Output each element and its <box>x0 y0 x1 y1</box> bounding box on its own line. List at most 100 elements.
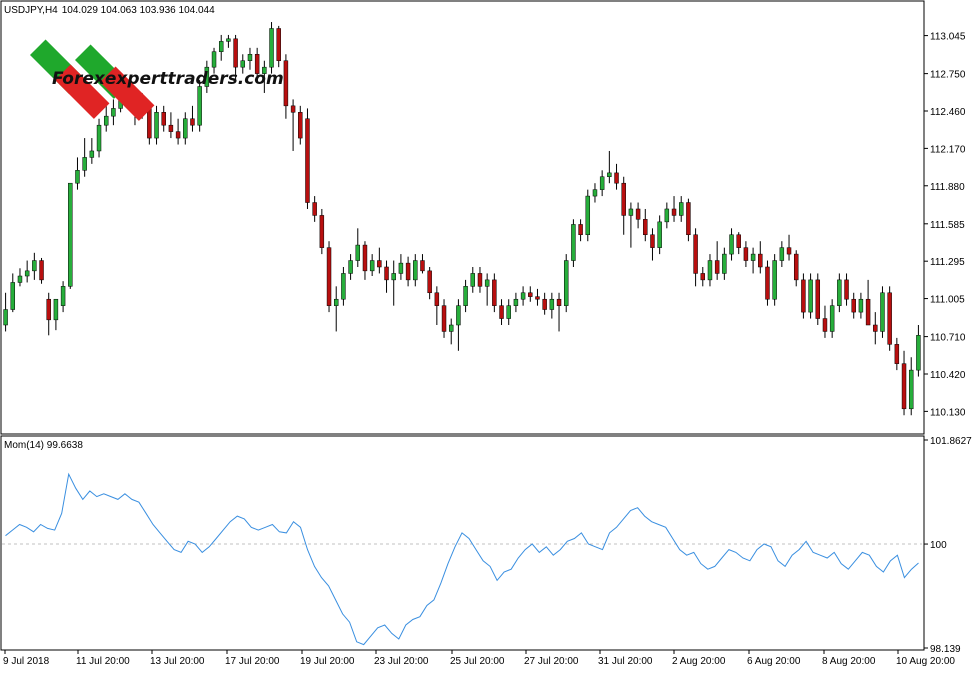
candle-body <box>542 298 547 310</box>
candle-body <box>686 202 691 236</box>
candle-body <box>916 335 921 371</box>
candle-body <box>492 279 497 306</box>
candle-body <box>96 124 102 152</box>
candle-body <box>750 253 756 261</box>
candle-body <box>765 266 770 300</box>
candle-body <box>413 260 418 281</box>
time-tick-label: 10 Aug 20:00 <box>896 656 955 667</box>
candle-body <box>89 150 95 158</box>
candle-body <box>894 344 900 364</box>
candle-body <box>420 260 425 272</box>
price-axis: 113.045 112.750 112.460 112.170 111.880 111.5… <box>924 32 966 418</box>
symbol-header: USDJPY,H4 104.029 104.063 103.936 104.044 <box>4 5 215 16</box>
candle-body <box>75 170 80 184</box>
candle-body <box>24 270 30 277</box>
candle-body <box>168 124 174 132</box>
candle-body <box>585 195 591 236</box>
candle <box>801 273 806 319</box>
candle-body <box>211 51 217 68</box>
candle-body <box>68 182 73 287</box>
candle-body <box>46 298 51 321</box>
momentum-tick-label: 98.139 <box>930 644 961 655</box>
candle-body <box>621 182 626 216</box>
time-tick-label: 17 Jul 20:00 <box>225 656 280 667</box>
candle-body <box>226 38 231 42</box>
candle-body <box>801 279 806 313</box>
candle-body <box>305 118 310 203</box>
candle-body <box>549 298 555 310</box>
candle-body <box>714 260 720 274</box>
candle-body <box>240 60 246 68</box>
candle-body <box>693 234 698 274</box>
candle-body <box>599 176 605 190</box>
time-tick-label: 13 Jul 20:00 <box>150 656 205 667</box>
candle-body <box>333 298 339 306</box>
candle-body <box>441 305 447 332</box>
candle-body <box>341 273 346 300</box>
candle-body <box>377 260 382 268</box>
price-tick-label: 111.005 <box>930 295 965 306</box>
price-pane-frame <box>0 0 925 435</box>
candle <box>571 219 576 267</box>
candle-body <box>758 253 763 268</box>
candle-body <box>664 208 670 223</box>
candle-body <box>535 296 540 300</box>
candle-body <box>463 286 468 306</box>
candle-body <box>506 305 511 319</box>
candle-body <box>82 157 87 171</box>
candle-body <box>578 224 583 236</box>
price-tick-label: 111.295 <box>930 257 965 268</box>
candle-body <box>736 234 741 248</box>
candle <box>39 257 44 284</box>
candle-body <box>384 266 389 281</box>
candle-body <box>837 279 842 306</box>
candle <box>765 260 770 306</box>
candle <box>815 273 821 325</box>
price-tick-label: 110.420 <box>930 370 966 381</box>
candle-body <box>865 298 871 326</box>
time-tick-label: 11 Jul 20:00 <box>76 656 130 667</box>
candle <box>880 286 885 338</box>
time-tick-label: 23 Jul 20:00 <box>374 656 429 667</box>
candle-body <box>628 208 634 216</box>
momentum-axis: 101.8627 100 98.139 <box>924 436 972 655</box>
candle-body <box>592 189 598 197</box>
candle-body <box>650 234 655 248</box>
candle-body <box>858 298 864 313</box>
price-tick-label: 112.750 <box>930 70 966 81</box>
momentum-pane-frame <box>0 435 925 651</box>
candle <box>305 108 310 209</box>
candle-body <box>247 54 253 61</box>
candle-body <box>722 253 727 274</box>
candle-body <box>103 115 109 126</box>
candle-body <box>197 86 202 126</box>
candle-body <box>290 105 296 113</box>
watermark-text: Forexexperttraders.com <box>52 69 284 89</box>
candle <box>68 182 73 289</box>
price-tick-label: 111.880 <box>930 182 965 193</box>
candle-body <box>111 108 116 117</box>
candle-body <box>312 202 317 216</box>
candle-body <box>887 292 892 345</box>
price-tick-label: 110.130 <box>930 407 966 418</box>
candle-body <box>276 28 281 61</box>
candle-body <box>707 260 713 281</box>
candle-body <box>779 247 785 261</box>
trading-chart[interactable]: 113.045 112.750 112.460 112.170 111.880 111.5… <box>0 0 977 670</box>
candle-body <box>808 279 813 313</box>
candle <box>269 22 274 74</box>
candle-body <box>822 318 828 332</box>
momentum-tick-label: 100 <box>930 540 947 551</box>
candle-body <box>391 273 396 281</box>
candle-body <box>477 273 483 287</box>
chart-canvas[interactable]: 113.045 112.750 112.460 112.170 111.880 111.5… <box>0 0 977 670</box>
candle-body <box>635 208 641 220</box>
candle-body <box>729 234 734 255</box>
candle-body <box>3 309 8 326</box>
momentum-label: Mom(14) 99.6638 <box>4 440 83 451</box>
price-tick-label: 113.045 <box>930 32 966 43</box>
candle-body <box>398 262 404 274</box>
candle-body <box>456 305 461 326</box>
candle-body <box>607 172 612 177</box>
candle-body <box>657 221 662 248</box>
